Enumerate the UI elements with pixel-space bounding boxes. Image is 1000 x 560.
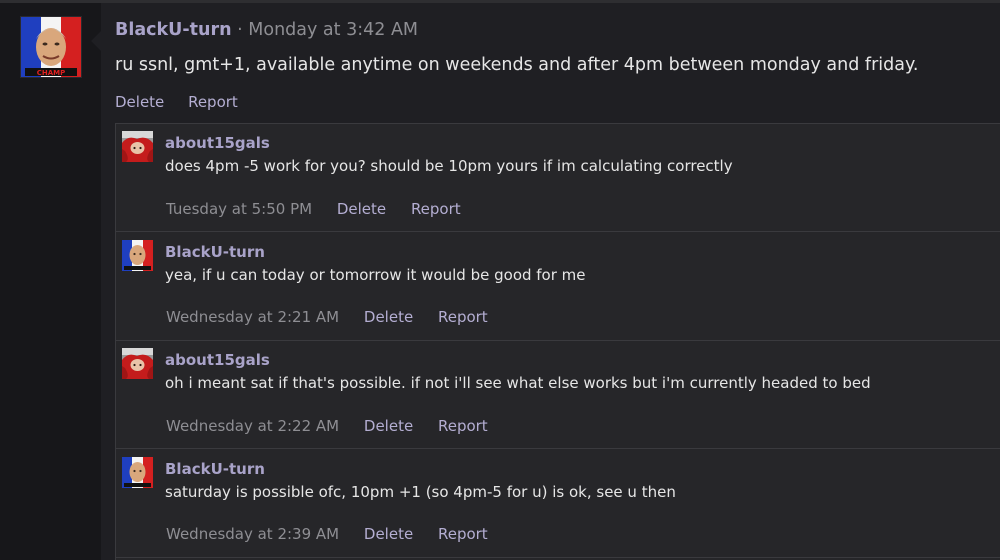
comment-divider bbox=[115, 557, 1000, 558]
header-separator: · bbox=[237, 20, 243, 40]
post-author-name[interactable]: BlackU-turn bbox=[115, 20, 232, 40]
comment-report-button[interactable]: Report bbox=[411, 200, 461, 218]
comment-delete-button[interactable]: Delete bbox=[364, 308, 413, 326]
post-timestamp[interactable]: Monday at 3:42 AM bbox=[248, 20, 418, 40]
comment-delete-button[interactable]: Delete bbox=[364, 525, 413, 543]
redhead-avatar-image bbox=[122, 131, 153, 162]
comment-meta: Tuesday at 5:50 PM Delete Report bbox=[166, 200, 481, 218]
comment-author-name[interactable]: about15gals bbox=[165, 351, 270, 369]
post-author-avatar[interactable]: CHAMP bbox=[20, 16, 82, 78]
flag-avatar-image bbox=[122, 457, 153, 488]
comment-text: does 4pm -5 work for you? should be 10pm… bbox=[165, 157, 733, 175]
comment-divider bbox=[115, 231, 1000, 232]
comment-meta: Wednesday at 2:22 AM Delete Report bbox=[166, 417, 508, 435]
comment-author-name[interactable]: BlackU-turn bbox=[165, 243, 265, 261]
redhead-avatar-image bbox=[122, 348, 153, 379]
avatar-image: CHAMP bbox=[21, 17, 81, 77]
message-caret bbox=[91, 31, 101, 51]
comment-divider bbox=[115, 340, 1000, 341]
comment-report-button[interactable]: Report bbox=[438, 308, 488, 326]
comment-text: saturday is possible ofc, 10pm +1 (so 4p… bbox=[165, 483, 676, 501]
comment-text: oh i meant sat if that's possible. if no… bbox=[165, 374, 871, 392]
comment-divider bbox=[115, 448, 1000, 449]
post-delete-button[interactable]: Delete bbox=[115, 93, 164, 111]
comment-report-button[interactable]: Report bbox=[438, 525, 488, 543]
comment-timestamp[interactable]: Wednesday at 2:21 AM bbox=[166, 308, 339, 326]
comment-timestamp[interactable]: Wednesday at 2:39 AM bbox=[166, 525, 339, 543]
post-body: ru ssnl, gmt+1, available anytime on wee… bbox=[115, 55, 919, 75]
comment-avatar[interactable] bbox=[122, 348, 153, 379]
comment-delete-button[interactable]: Delete bbox=[364, 417, 413, 435]
comment-text: yea, if u can today or tomorrow it would… bbox=[165, 266, 586, 284]
comment-report-button[interactable]: Report bbox=[438, 417, 488, 435]
avatar-gutter bbox=[0, 3, 101, 560]
comment-meta: Wednesday at 2:39 AM Delete Report bbox=[166, 525, 508, 543]
comment-delete-button[interactable]: Delete bbox=[337, 200, 386, 218]
comment-author-name[interactable]: about15gals bbox=[165, 134, 270, 152]
comment-timestamp[interactable]: Tuesday at 5:50 PM bbox=[166, 200, 312, 218]
comment-avatar[interactable] bbox=[122, 457, 153, 488]
profile-post-page: CHAMP BlackU-turn · Monday at 3:42 AM ru… bbox=[0, 0, 1000, 560]
svg-text:CHAMP: CHAMP bbox=[37, 69, 66, 77]
post-header: BlackU-turn · Monday at 3:42 AM bbox=[115, 20, 418, 40]
comment-avatar[interactable] bbox=[122, 240, 153, 271]
comment-author-name[interactable]: BlackU-turn bbox=[165, 460, 265, 478]
post-report-button[interactable]: Report bbox=[188, 93, 238, 111]
comment-avatar[interactable] bbox=[122, 131, 153, 162]
flag-avatar-image bbox=[122, 240, 153, 271]
comment-timestamp[interactable]: Wednesday at 2:22 AM bbox=[166, 417, 339, 435]
comment-meta: Wednesday at 2:21 AM Delete Report bbox=[166, 308, 508, 326]
post-actions: Delete Report bbox=[115, 93, 257, 111]
